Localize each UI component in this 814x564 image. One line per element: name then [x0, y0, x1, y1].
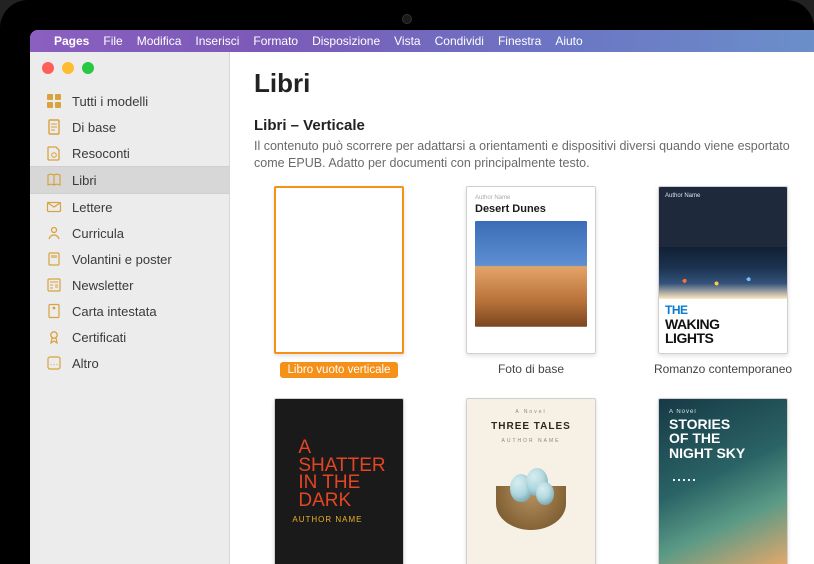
sidebar-item-label: Di base [72, 120, 116, 135]
sidebar-item-label: Carta intestata [72, 304, 157, 319]
minimize-window-button[interactable] [62, 62, 74, 74]
template-photo-basic[interactable]: Author Name Desert Dunes Foto di base [446, 186, 616, 378]
sidebar-item-label: Volantini e poster [72, 252, 172, 267]
sidebar-item-flyers[interactable]: Volantini e poster [30, 246, 229, 272]
template-chooser-window: Tutti i modelli Di base Resoconti [30, 52, 814, 564]
grid-icon [46, 93, 62, 109]
person-icon [46, 225, 62, 241]
cover-author: Author Name [665, 193, 700, 199]
device-frame: Pages File Modifica Inserisci Formato Di… [0, 0, 814, 564]
doc-icon [46, 119, 62, 135]
cover-image [475, 221, 587, 327]
sidebar-item-label: Curricula [72, 226, 124, 241]
menubar-item-edit[interactable]: Modifica [137, 34, 182, 48]
sidebar-item-more[interactable]: ⋯ Altro [30, 350, 229, 376]
menubar-item-app[interactable]: Pages [54, 34, 89, 48]
cover-author: AUTHOR NAME [502, 438, 561, 444]
menubar-item-file[interactable]: File [103, 34, 122, 48]
template-shatter-dark[interactable]: A SHATTER IN THE DARK AUTHOR NAME [254, 398, 424, 564]
sidebar-item-newsletter[interactable]: Newsletter [30, 272, 229, 298]
sidebar-item-resumes[interactable]: Curricula [30, 220, 229, 246]
sidebar-item-certificates[interactable]: Certificati [30, 324, 229, 350]
menubar-item-arrange[interactable]: Disposizione [312, 34, 380, 48]
cover-stars [673, 479, 695, 481]
sidebar-list: Tutti i modelli Di base Resoconti [30, 84, 229, 380]
template-thumbnail: A SHATTER IN THE DARK AUTHOR NAME [274, 398, 404, 564]
sidebar-item-all-templates[interactable]: Tutti i modelli [30, 88, 229, 114]
camera-dot [402, 14, 412, 24]
screen: Pages File Modifica Inserisci Formato Di… [30, 30, 814, 564]
menubar-item-format[interactable]: Formato [253, 34, 298, 48]
cover-title: Desert Dunes [475, 203, 587, 215]
zoom-window-button[interactable] [82, 62, 94, 74]
menubar-item-window[interactable]: Finestra [498, 34, 541, 48]
sidebar-item-label: Lettere [72, 200, 112, 215]
sidebar-item-label: Tutti i modelli [72, 94, 148, 109]
report-icon [46, 145, 62, 161]
letterhead-icon [46, 303, 62, 319]
cover-line3: LIGHTS [665, 331, 781, 345]
template-label: Libro vuoto verticale [280, 362, 399, 378]
menubar: Pages File Modifica Inserisci Formato Di… [30, 30, 814, 52]
menubar-item-view[interactable]: Vista [394, 34, 420, 48]
menubar-item-share[interactable]: Condividi [435, 34, 484, 48]
sidebar-item-label: Altro [72, 356, 99, 371]
cover-pretitle: A Novel [669, 409, 777, 415]
template-label: Romanzo contemporaneo [654, 362, 792, 376]
cover-title: A SHATTER IN THE DARK [292, 439, 385, 509]
page-title: Libri [254, 68, 814, 99]
template-thumbnail: A Novel THREE TALES AUTHOR NAME [466, 398, 596, 564]
template-label: Foto di base [498, 362, 564, 376]
badge-icon [46, 329, 62, 345]
cover-pretitle: A Novel [515, 409, 546, 415]
menubar-item-insert[interactable]: Inserisci [195, 34, 239, 48]
cover-line2: WAKING [665, 317, 781, 331]
template-thumbnail: Author Name THE WAKING LIGHTS [658, 186, 788, 354]
template-three-tales[interactable]: A Novel THREE TALES AUTHOR NAME [446, 398, 616, 564]
template-thumbnail: A Novel STORIES OF THE NIGHT SKY [658, 398, 788, 564]
cover-title: STORIES OF THE NIGHT SKY [669, 417, 777, 461]
content-area: Libri Libri – Verticale Il contenuto può… [230, 52, 814, 564]
template-night-sky[interactable]: A Novel STORIES OF THE NIGHT SKY [638, 398, 808, 564]
newsletter-icon [46, 277, 62, 293]
template-thumbnail [274, 186, 404, 354]
book-icon [46, 172, 62, 188]
more-icon: ⋯ [46, 355, 62, 371]
cover-image [492, 456, 570, 534]
flyer-icon [46, 251, 62, 267]
envelope-icon [46, 199, 62, 215]
sidebar-item-letters[interactable]: Lettere [30, 194, 229, 220]
cover-author: Author Name [475, 195, 587, 201]
sidebar-item-label: Certificati [72, 330, 126, 345]
cover-line1: THE [665, 303, 781, 317]
cover-title: THREE TALES [491, 421, 571, 432]
sidebar-item-basic[interactable]: Di base [30, 114, 229, 140]
sidebar-item-label: Libri [72, 173, 97, 188]
template-thumbnail: Author Name Desert Dunes [466, 186, 596, 354]
cover-image [659, 247, 787, 299]
template-contemporary-novel[interactable]: Author Name THE WAKING LIGHTS Romanzo co… [638, 186, 808, 378]
sidebar: Tutti i modelli Di base Resoconti [30, 52, 230, 564]
template-grid: Libro vuoto verticale Author Name Desert… [254, 186, 814, 564]
svg-text:⋯: ⋯ [50, 359, 59, 369]
cover-author: AUTHOR NAME [292, 515, 385, 524]
template-blank-portrait[interactable]: Libro vuoto verticale [254, 186, 424, 378]
close-window-button[interactable] [42, 62, 54, 74]
sidebar-item-stationery[interactable]: Carta intestata [30, 298, 229, 324]
sidebar-item-label: Resoconti [72, 146, 130, 161]
window-controls [30, 52, 229, 84]
section-description: Il contenuto può scorrere per adattarsi … [254, 138, 814, 172]
sidebar-item-label: Newsletter [72, 278, 133, 293]
menubar-item-help[interactable]: Aiuto [555, 34, 582, 48]
sidebar-item-reports[interactable]: Resoconti [30, 140, 229, 166]
section-title: Libri – Verticale [254, 117, 814, 134]
sidebar-item-books[interactable]: Libri [30, 166, 229, 194]
